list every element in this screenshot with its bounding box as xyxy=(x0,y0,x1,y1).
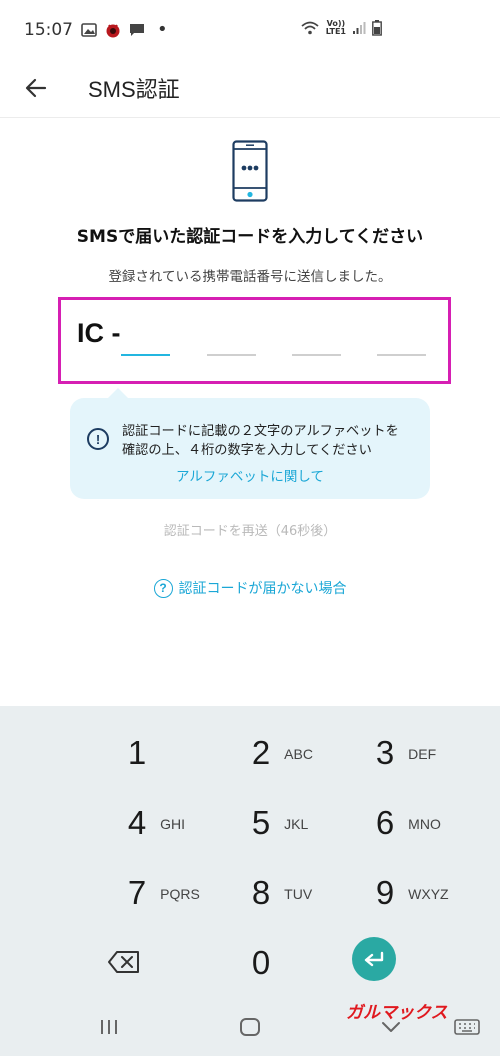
status-time: 15:07 xyxy=(24,20,73,40)
recent-apps-icon xyxy=(101,1020,117,1034)
key-8[interactable]: 8 TUV xyxy=(220,862,360,924)
key-4[interactable]: 4 GHI xyxy=(96,792,236,854)
key-1[interactable]: 1 xyxy=(96,722,236,784)
info-panel-pointer xyxy=(106,388,130,400)
digit-slot-2[interactable] xyxy=(207,354,256,356)
home-button[interactable] xyxy=(235,1014,265,1040)
image-notification-icon xyxy=(81,23,97,37)
home-icon xyxy=(240,1018,260,1036)
key-letters: ABC xyxy=(284,746,313,762)
question-icon: ? xyxy=(153,578,173,598)
key-0[interactable]: 0 xyxy=(220,932,360,994)
wifi-icon xyxy=(301,21,319,35)
key-9[interactable]: 9 WXYZ xyxy=(344,862,484,924)
info-text: 認証コードに記載の２文字のアルファベットを 確認の上、４桁の数字を入力してくださ… xyxy=(122,422,422,460)
key-6[interactable]: 6 MNO xyxy=(344,792,484,854)
message-notification-icon xyxy=(130,24,144,36)
arrow-left-icon xyxy=(25,78,47,98)
lte-indicator: Vo)) LTE1 xyxy=(326,20,346,36)
key-letters: WXYZ xyxy=(408,886,449,902)
key-2[interactable]: 2 ABC xyxy=(220,722,360,784)
info-line-1: 認証コードに記載の２文字のアルファベットを xyxy=(122,424,399,439)
lte-label: LTE1 xyxy=(325,27,346,36)
info-icon: ! xyxy=(87,428,109,450)
key-digit: 7 xyxy=(127,874,147,911)
key-digit: 5 xyxy=(251,804,271,841)
key-letters: JKL xyxy=(284,816,309,832)
battery-icon xyxy=(372,20,382,36)
info-line-2: 確認の上、４桁の数字を入力してください xyxy=(122,443,372,458)
digit-slot-1[interactable] xyxy=(121,354,170,356)
signal-icon xyxy=(353,22,366,34)
keyboard-icon xyxy=(454,1019,480,1035)
key-letters: TUV xyxy=(284,886,313,902)
backspace-icon xyxy=(108,951,139,973)
watermark-logo: ガルマックス xyxy=(346,1003,448,1023)
system-nav-bar: ガルマックス xyxy=(0,998,500,1056)
sent-notice: 登録されている携帯電話番号に送信しました。 xyxy=(108,269,392,285)
key-digit: 6 xyxy=(375,804,395,841)
keyboard-switch-button[interactable] xyxy=(452,1014,482,1040)
key-3[interactable]: 3 DEF xyxy=(344,722,484,784)
key-digit: 4 xyxy=(127,804,147,841)
status-bar: 15:07 • Vo)) LTE1 xyxy=(0,0,500,60)
app-notification-icon xyxy=(106,24,120,38)
backspace-button[interactable] xyxy=(104,947,144,977)
code-not-received-link[interactable]: ? 認証コードが届かない場合 xyxy=(0,578,500,598)
alphabet-info-link[interactable]: アルファベットに関して xyxy=(70,465,430,485)
resend-code-button[interactable]: 認証コードを再送（46秒後） xyxy=(0,520,500,539)
enter-button[interactable] xyxy=(352,937,396,981)
more-notifications-icon: • xyxy=(157,19,168,40)
digit-slot-3[interactable] xyxy=(292,354,341,356)
phone-sms-icon xyxy=(232,140,268,202)
key-5[interactable]: 5 JKL xyxy=(220,792,360,854)
status-right: Vo)) LTE1 xyxy=(300,20,382,36)
numeric-keypad: 1 2 ABC 3 DEF 4 GHI 5 JKL 6 MNO 7 PQRS 8 TUV 9W… xyxy=(0,706,500,998)
key-digit: 0 xyxy=(251,944,271,981)
page-title: SMS認証 xyxy=(88,77,180,102)
back-button[interactable] xyxy=(18,70,54,106)
key-letters: PQRS xyxy=(160,886,200,902)
code-prefix: IC - xyxy=(77,318,121,348)
key-7[interactable]: 7 PQRS xyxy=(96,862,236,924)
key-letters: DEF xyxy=(408,746,437,762)
instruction-heading: SMSで届いた認証コードを入力してください xyxy=(76,227,424,247)
key-letters: GHI xyxy=(160,816,186,832)
recent-apps-button[interactable] xyxy=(94,1014,124,1040)
key-letters: MNO xyxy=(408,816,441,832)
key-digit: 9 xyxy=(375,874,395,911)
key-digit: 8 xyxy=(251,874,271,911)
key-digit: 2 xyxy=(251,734,271,771)
digit-slot-4[interactable] xyxy=(377,354,426,356)
key-digit: 1 xyxy=(127,734,147,771)
info-panel: ! 認証コードに記載の２文字のアルファベットを 確認の上、４桁の数字を入力してく… xyxy=(70,388,430,499)
status-left: 15:07 • xyxy=(24,20,168,40)
code-not-received-label: 認証コードが届かない場合 xyxy=(178,581,347,597)
key-digit: 3 xyxy=(375,734,395,771)
code-entry-box[interactable]: IC - xyxy=(58,297,451,384)
enter-icon xyxy=(364,951,384,967)
app-bar: SMS認証 xyxy=(0,60,500,118)
